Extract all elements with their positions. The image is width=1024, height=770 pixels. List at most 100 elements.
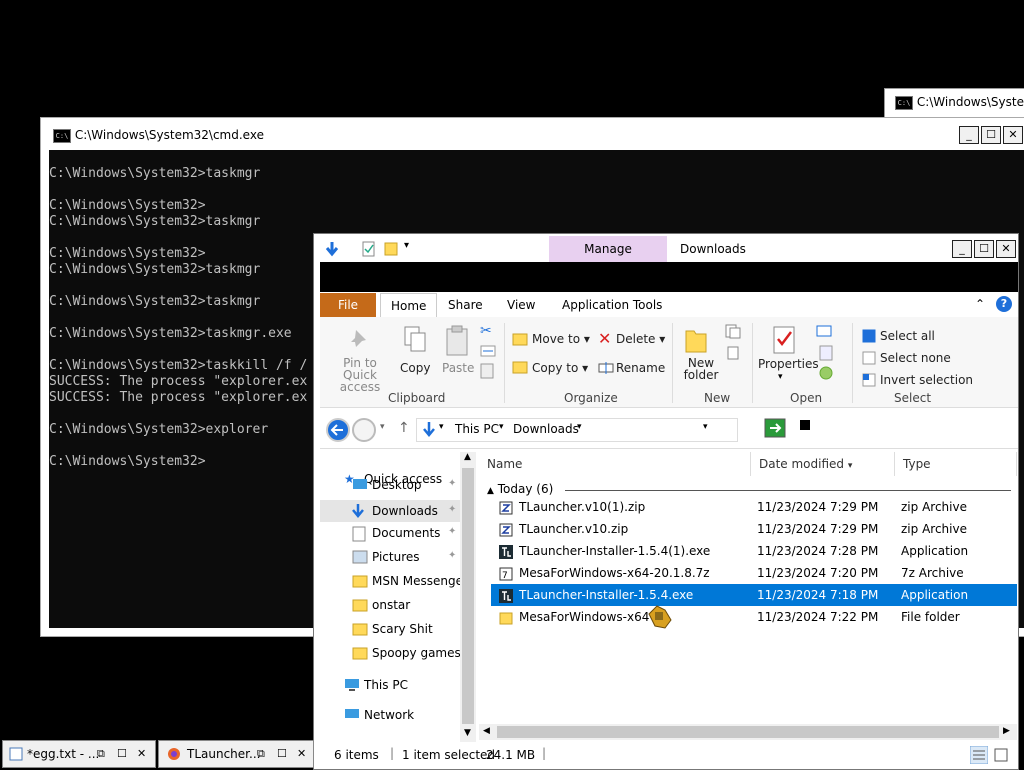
minimize-icon[interactable]: _ [959, 126, 979, 144]
large-icons-view-icon[interactable] [992, 746, 1010, 764]
scroll-right-icon[interactable]: ▶ [1003, 726, 1010, 736]
select-all-button[interactable]: Select all [880, 329, 935, 343]
maximize-icon[interactable]: ☐ [277, 741, 287, 767]
nav-spoopy-games[interactable]: Spoopy games [372, 646, 461, 660]
copy-button[interactable]: Copy [400, 361, 430, 375]
address-input[interactable]: ▾ This PC ▾ Downloads ▾ ▾ [416, 418, 738, 442]
tab-view[interactable]: View [497, 293, 545, 317]
table-row[interactable]: TLauncher-Installer-1.5.4(1).exe 11/23/2… [493, 540, 1017, 562]
open-icon[interactable] [816, 323, 834, 339]
tab-application-tools[interactable]: Application Tools [552, 293, 672, 317]
manage-contextual-tab[interactable]: Manage [549, 236, 667, 262]
up-arrow-icon[interactable]: ↑ [398, 420, 410, 436]
customize-qat-icon[interactable]: ▾ [404, 240, 409, 251]
edit-icon[interactable] [818, 345, 834, 361]
scroll-up-icon[interactable]: ▲ [464, 452, 471, 462]
maximize-icon[interactable]: ☐ [981, 126, 1001, 144]
close-icon[interactable]: ✕ [1003, 126, 1023, 144]
nav-scrollbar[interactable]: ▲ ▼ [460, 452, 476, 742]
nav-this-pc[interactable]: This PC [364, 678, 408, 692]
cmd-titlebar[interactable]: C:\ C:\Windows\System32\cmd.exe _ ☐ ✕ [41, 118, 1024, 150]
column-type[interactable]: Type [895, 452, 1017, 476]
paste-shortcut-icon[interactable] [480, 363, 494, 379]
nav-scary-shit[interactable]: Scary Shit [372, 622, 433, 636]
horizontal-scrollbar[interactable]: ◀ ▶ [479, 724, 1017, 740]
chevron-up-icon[interactable]: ⌃ [975, 297, 985, 311]
table-row[interactable]: TLauncher.v10(1).zip 11/23/2024 7:29 PM … [493, 496, 1017, 518]
new-folder-button[interactable]: New folder [678, 357, 724, 381]
restore-icon[interactable]: ⧉ [257, 741, 265, 767]
table-row[interactable]: 7 MesaForWindows-x64-20.1.8.7z 11/23/2024… [493, 562, 1017, 584]
back-forward-buttons[interactable] [324, 417, 380, 443]
close-icon[interactable]: ✕ [297, 741, 306, 767]
scroll-left-icon[interactable]: ◀ [483, 726, 490, 736]
group-header-today[interactable]: ▲ Today (6) [487, 482, 553, 496]
taskbar-item-tlauncher[interactable]: TLauncher... ⧉ ☐ ✕ [158, 740, 314, 768]
restore-icon[interactable]: ⧉ [97, 741, 105, 767]
cut-icon[interactable]: ✂ [480, 323, 492, 339]
rename-button[interactable]: Rename [616, 361, 665, 375]
breadcrumb-downloads[interactable]: Downloads [513, 422, 579, 436]
scrollbar-thumb[interactable] [497, 726, 999, 738]
new-item-icon[interactable] [724, 323, 744, 341]
close-icon[interactable]: ✕ [996, 240, 1016, 258]
nav-desktop[interactable]: Desktop [372, 478, 422, 492]
close-icon[interactable]: ✕ [137, 741, 146, 767]
explorer-title: Downloads [680, 242, 746, 256]
tab-share[interactable]: Share [438, 293, 493, 317]
nav-network[interactable]: Network [364, 708, 414, 722]
nav-documents[interactable]: Documents [372, 526, 440, 540]
column-date-modified[interactable]: Date modified ▾ [751, 452, 895, 476]
search-box-artifact[interactable] [800, 420, 810, 430]
nav-pictures[interactable]: Pictures [372, 550, 420, 564]
properties-button[interactable]: Properties [758, 357, 819, 371]
copy-to-button[interactable]: Copy to ▾ [532, 361, 588, 375]
properties-icon[interactable] [362, 241, 376, 257]
easy-access-icon[interactable] [724, 345, 744, 363]
chevron-right-icon[interactable]: ▾ [577, 422, 582, 432]
chevron-right-icon: ▾ [439, 422, 444, 432]
help-icon[interactable]: ? [996, 296, 1012, 312]
collapse-icon: ▲ [487, 486, 494, 496]
tab-file[interactable]: File [320, 293, 376, 317]
table-row-selected[interactable]: TLauncher-Installer-1.5.4.exe 11/23/2024… [491, 584, 1017, 606]
address-dropdown-icon[interactable]: ▾ [703, 422, 708, 432]
arrow-down-icon[interactable] [322, 241, 342, 257]
recent-locations-icon[interactable]: ▾ [380, 422, 385, 432]
group-header-label: Today (6) [497, 482, 554, 496]
ribbon-glitch-bar [320, 262, 1018, 292]
chevron-down-icon[interactable]: ▾ [778, 372, 783, 382]
new-folder-icon[interactable] [384, 241, 398, 257]
maximize-icon[interactable]: ☐ [974, 240, 994, 258]
cmd-window-background[interactable]: C:\ C:\Windows\System [884, 88, 1024, 118]
pin-to-quick-access-button[interactable]: Pin to Quick access [328, 357, 392, 393]
move-to-button[interactable]: Move to ▾ [532, 332, 590, 346]
delete-button[interactable]: Delete ▾ [616, 332, 665, 346]
nav-onstar[interactable]: onstar [372, 598, 410, 612]
refresh-icon[interactable] [764, 418, 786, 438]
taskbar-item-notepad[interactable]: *egg.txt - ... ⧉ ☐ ✕ [2, 740, 156, 768]
details-view-icon[interactable] [970, 746, 988, 764]
file-type: zip Archive [901, 500, 967, 514]
nav-msn-messenger[interactable]: MSN Messenger [372, 574, 468, 588]
scroll-down-icon[interactable]: ▼ [464, 728, 471, 738]
history-icon[interactable] [818, 365, 834, 381]
explorer-window[interactable]: ▾ Manage Downloads _ ☐ ✕ File Home Share V… [313, 233, 1019, 770]
table-row[interactable]: TLauncher.v10.zip 11/23/2024 7:29 PM zip… [493, 518, 1017, 540]
explorer-titlebar[interactable]: ▾ Manage Downloads _ ☐ ✕ [314, 234, 1018, 262]
minimize-icon[interactable]: _ [952, 240, 972, 258]
select-none-button[interactable]: Select none [880, 351, 951, 365]
maximize-icon[interactable]: ☐ [117, 741, 127, 767]
nav-downloads[interactable]: Downloads ✦ [320, 500, 460, 522]
chevron-right-icon[interactable]: ▾ [499, 422, 504, 432]
copy-path-icon[interactable] [480, 345, 496, 357]
pictures-icon [352, 550, 368, 564]
paste-button[interactable]: Paste [442, 361, 474, 375]
scrollbar-thumb[interactable] [462, 468, 474, 724]
tab-home[interactable]: Home [380, 293, 438, 318]
invert-selection-button[interactable]: Invert selection [880, 373, 973, 387]
table-row[interactable]: MesaForWindows-x64-20.1.8 11/23/2024 7:2… [493, 606, 1017, 628]
breadcrumb-this-pc[interactable]: This PC [455, 422, 499, 436]
invert-selection-icon [862, 373, 876, 387]
column-name[interactable]: Name [479, 452, 751, 476]
